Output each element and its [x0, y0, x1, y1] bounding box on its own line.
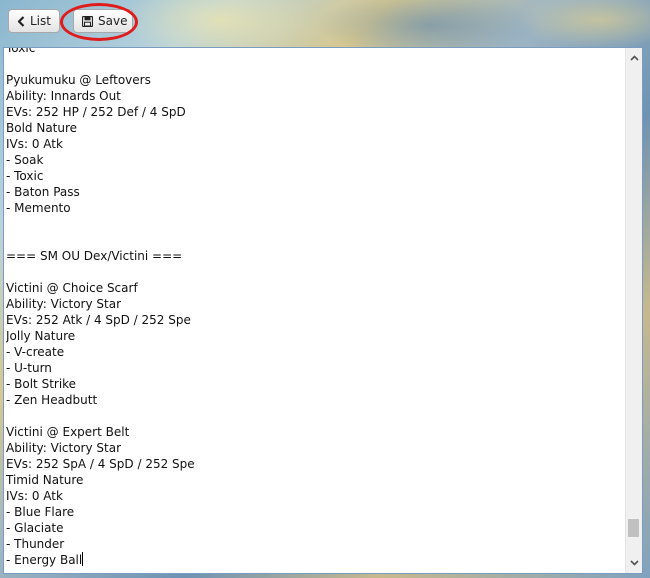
scroll-up-arrow-icon[interactable] [626, 50, 642, 66]
text-line-content: EVs: 252 Atk / 4 SpD / 252 Spe [6, 313, 191, 327]
team-text-editor[interactable]: Toxic Pyukumuku @ Leftovers Ability: Innar… [3, 47, 643, 574]
text-line: Victini @ Expert Belt [6, 424, 195, 440]
text-area[interactable]: Toxic Pyukumuku @ Leftovers Ability: Innar… [6, 48, 624, 573]
text-line-content: Victini @ Expert Belt [6, 425, 130, 439]
text-line: IVs: 0 Atk [6, 136, 195, 152]
text-line-content: - Thunder [6, 537, 65, 551]
text-line: Ability: Innards Out [6, 88, 195, 104]
text-line: - Bolt Strike [6, 376, 195, 392]
save-button-label: Save [98, 14, 128, 28]
text-line: - Blue Flare [6, 504, 195, 520]
scroll-down-arrow-icon[interactable] [626, 555, 642, 571]
text-line: Bold Nature [6, 120, 195, 136]
text-line-content: Ability: Victory Star [6, 297, 122, 311]
text-line: EVs: 252 HP / 252 Def / 4 SpD [6, 104, 195, 120]
text-line: Timid Nature [6, 472, 195, 488]
text-line-content: Bold Nature [6, 121, 78, 135]
text-line-content: EVs: 252 SpA / 4 SpD / 252 Spe [6, 457, 195, 471]
text-line-content: - Toxic [6, 169, 44, 183]
text-line-content: Timid Nature [6, 473, 84, 487]
text-line-content: Jolly Nature [6, 329, 76, 343]
text-line: - Toxic [6, 168, 195, 184]
text-line: - Thunder [6, 536, 195, 552]
text-line-content: - Zen Headbutt [6, 393, 98, 407]
text-line: - U-turn [6, 360, 195, 376]
text-line: - Glaciate [6, 520, 195, 536]
list-button[interactable]: List [8, 9, 60, 33]
text-line: Toxic [6, 48, 195, 56]
text-line [6, 232, 195, 248]
text-line-content: Toxic [6, 48, 36, 55]
text-line-content: Ability: Victory Star [6, 441, 122, 455]
text-line [6, 408, 195, 424]
save-button[interactable]: Save [73, 9, 133, 33]
text-line: - Energy Ball [6, 552, 195, 568]
text-line: Ability: Victory Star [6, 296, 195, 312]
text-line-content: - Blue Flare [6, 505, 75, 519]
text-line-content: - Baton Pass [6, 185, 80, 199]
text-line-content: Ability: Innards Out [6, 89, 121, 103]
text-line-content: - Memento [6, 201, 71, 215]
text-line-content: Victini @ Choice Scarf [6, 281, 138, 295]
text-line-content: Pyukumuku @ Leftovers [6, 73, 151, 87]
text-line-content: IVs: 0 Atk [6, 489, 63, 503]
text-line: EVs: 252 SpA / 4 SpD / 252 Spe [6, 456, 195, 472]
text-line-content: - U-turn [6, 361, 52, 375]
text-line: === SM OU Dex/Victini === [6, 248, 195, 264]
text-line-content: IVs: 0 Atk [6, 137, 63, 151]
text-line: Victini @ Choice Scarf [6, 280, 195, 296]
text-lines: Toxic Pyukumuku @ Leftovers Ability: Innar… [6, 48, 195, 568]
text-line: - Memento [6, 200, 195, 216]
text-caret [82, 552, 84, 566]
chevron-left-icon [17, 15, 25, 27]
text-line: Pyukumuku @ Leftovers [6, 72, 195, 88]
text-line-content: - Glaciate [6, 521, 64, 535]
text-line-content: - Bolt Strike [6, 377, 77, 391]
text-line [6, 216, 195, 232]
text-line: Jolly Nature [6, 328, 195, 344]
text-line [6, 264, 195, 280]
toolbar: List Save [0, 0, 650, 46]
text-line: - Baton Pass [6, 184, 195, 200]
text-line-content: - V-create [6, 345, 65, 359]
scroll-thumb[interactable] [628, 519, 639, 537]
text-line-content: === SM OU Dex/Victini === [6, 249, 183, 263]
text-line: Ability: Victory Star [6, 440, 195, 456]
text-line: - V-create [6, 344, 195, 360]
text-line [6, 56, 195, 72]
floppy-disk-icon [82, 15, 93, 27]
text-line: - Zen Headbutt [6, 392, 195, 408]
text-line-content: - Soak [6, 153, 44, 167]
text-line: EVs: 252 Atk / 4 SpD / 252 Spe [6, 312, 195, 328]
text-line-content: - Energy Ball [6, 553, 83, 567]
text-line-content: EVs: 252 HP / 252 Def / 4 SpD [6, 105, 186, 119]
text-line: IVs: 0 Atk [6, 488, 195, 504]
text-line: - Soak [6, 152, 195, 168]
vertical-scrollbar[interactable] [625, 48, 642, 573]
list-button-label: List [30, 14, 51, 28]
